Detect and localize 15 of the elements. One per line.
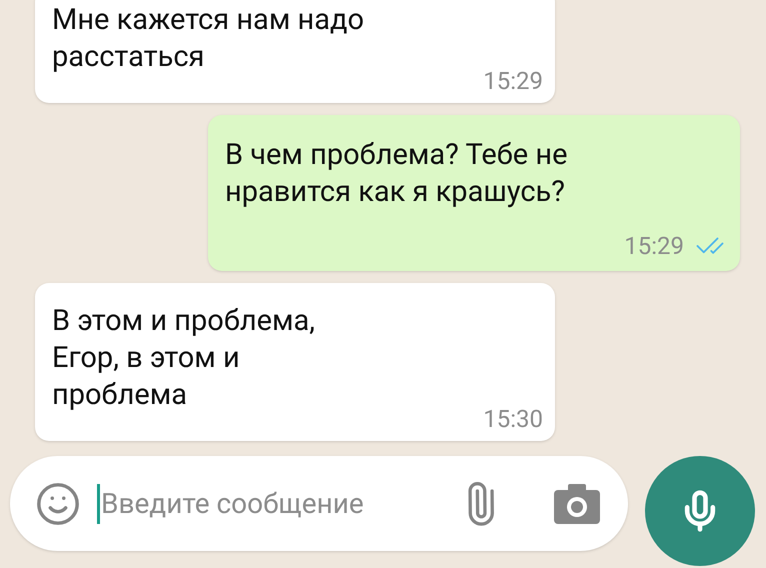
text-cursor [97,484,100,524]
message-text: Мне кажется нам надо [52,2,364,39]
message-placeholder[interactable]: Введите сообщение [101,482,364,524]
message-time: 15:29 [624,231,684,261]
message-text: Егор, в этом и [52,340,240,377]
emoji-icon[interactable] [35,480,81,526]
message-text: проблема [52,377,188,414]
message-input-bar[interactable]: Введите сообщение [10,456,628,551]
message-time: 15:30 [483,404,543,434]
message-text: В этом и проблема, [52,303,315,340]
message-text: нравится как я крашусь? [225,174,565,211]
message-text: В чем проблема? Тебе не [225,137,568,174]
message-time: 15:29 [483,66,543,96]
message-text: расстаться [52,39,204,76]
camera-icon[interactable] [554,484,600,524]
